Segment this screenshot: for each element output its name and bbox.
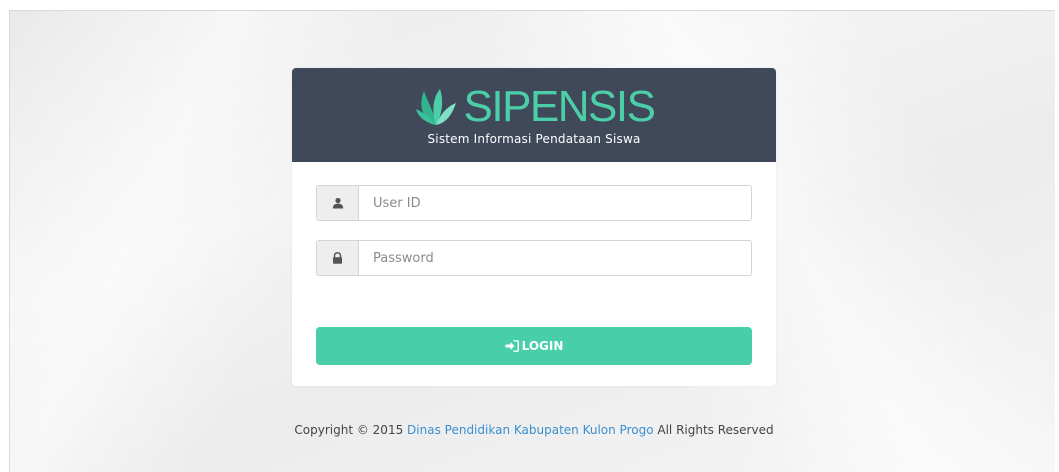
password-input[interactable] [359,241,751,275]
leaf-logo-icon [415,89,456,125]
login-panel: SIPENSIS Sistem Informasi Pendataan Sisw… [292,68,776,386]
password-addon [317,241,359,275]
user-icon [332,197,343,209]
panel-header: SIPENSIS Sistem Informasi Pendataan Sisw… [292,68,776,162]
sign-in-icon [505,340,519,352]
login-button-label: LOGIN [521,339,564,353]
footer-copyright: Copyright © 2015 [294,423,404,437]
lock-icon [333,252,342,264]
app-tagline: Sistem Informasi Pendataan Siswa [427,132,641,146]
password-field [316,240,752,276]
login-button[interactable]: LOGIN [316,327,752,365]
userid-input[interactable] [359,186,751,220]
userid-addon [317,186,359,220]
logo: SIPENSIS [292,82,776,132]
footer: Copyright © 2015 Dinas Pendidikan Kabupa… [0,423,1059,437]
app-title: SIPENSIS [463,82,656,131]
footer-rights: All Rights Reserved [657,423,774,437]
userid-field [316,185,752,221]
footer-link[interactable]: Dinas Pendidikan Kabupaten Kulon Progo [407,423,654,437]
